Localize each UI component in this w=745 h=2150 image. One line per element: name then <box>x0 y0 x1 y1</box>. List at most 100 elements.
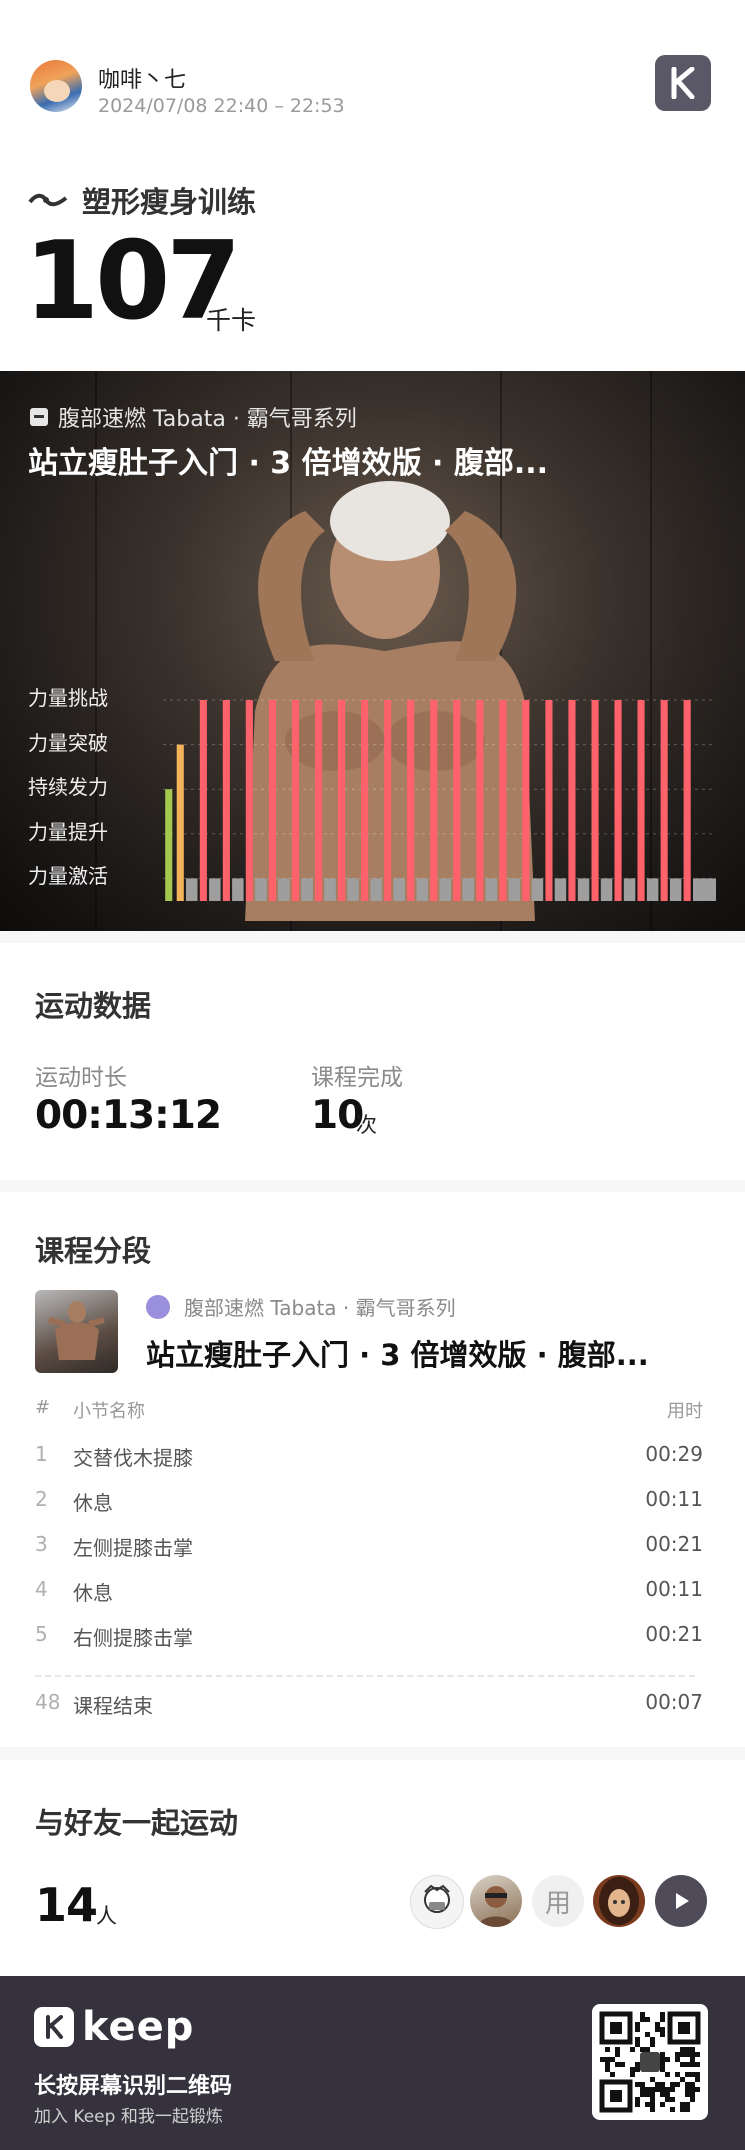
friend-avatar-text[interactable]: 用 <box>532 1875 584 1927</box>
intensity-bar <box>338 700 346 901</box>
intensity-bar <box>393 878 405 901</box>
intensity-bar <box>462 878 474 901</box>
keep-wordmark: keep <box>82 2004 195 2050</box>
keep-logo: keep <box>34 2004 194 2050</box>
intensity-bar <box>407 700 415 901</box>
duration-label: 运动时长 <box>35 1065 127 1091</box>
row-duration: 00:21 <box>645 1622 703 1646</box>
intensity-bar <box>361 700 369 901</box>
row-name: 右侧提膝击掌 <box>73 1626 193 1650</box>
workout-type: 塑形瘦身训练 <box>28 180 256 220</box>
segment-series-label: 腹部速燃 Tabata · 霸气哥系列 <box>184 1296 456 1320</box>
row-num: 5 <box>35 1622 48 1646</box>
intensity-bar <box>704 878 716 901</box>
row-num: 48 <box>35 1690 61 1714</box>
workout-stats: 运动数据 运动时长 00:13:12 课程完成 10 次 <box>0 943 745 1180</box>
intensity-bar <box>255 878 267 901</box>
training-icon <box>28 193 68 207</box>
friend-avatar[interactable] <box>593 1875 645 1927</box>
course-thumbnail[interactable] <box>35 1290 118 1373</box>
row-num: 1 <box>35 1442 48 1466</box>
course-hero[interactable]: 腹部速燃 Tabata · 霸气哥系列 站立瘦肚子入门 · 3 倍增效版 · 腹… <box>0 371 745 931</box>
intensity-bar <box>508 878 521 901</box>
intensity-bar <box>347 878 359 901</box>
table-row: 1 交替伐木提膝 00:29 <box>35 1442 703 1487</box>
intensity-bar <box>577 878 590 901</box>
table-row: 3 左侧提膝击掌 00:21 <box>35 1532 703 1577</box>
row-num: 4 <box>35 1577 48 1601</box>
intensity-bar <box>683 700 691 901</box>
friend-count: 14 <box>35 1878 98 1932</box>
row-duration: 00:11 <box>645 1487 703 1511</box>
row-duration: 00:07 <box>645 1690 703 1714</box>
row-name: 左侧提膝击掌 <box>73 1536 193 1560</box>
row-name: 休息 <box>73 1491 113 1515</box>
intensity-bar <box>646 878 659 901</box>
friend-avatar-initial: 用 <box>544 1888 571 1919</box>
intensity-bar <box>522 700 530 901</box>
more-friends-button[interactable] <box>655 1875 707 1927</box>
footer: keep 长按屏幕识别二维码 加入 Keep 和我一起锻炼 <box>0 1976 745 2150</box>
stats-title: 运动数据 <box>35 989 152 1023</box>
intensity-bar <box>186 878 198 901</box>
intensity-bar <box>669 878 682 901</box>
table-row-last: 48 课程结束 00:07 <box>35 1690 703 1735</box>
segment-course-title[interactable]: 站立瘦肚子入门 · 3 倍增效版 · 腹部... <box>146 1332 649 1374</box>
row-duration: 00:21 <box>645 1532 703 1556</box>
intensity-bar <box>485 878 498 901</box>
intensity-bar <box>637 700 645 901</box>
qr-code[interactable] <box>592 2004 708 2120</box>
friend-count-unit: 人 <box>96 1904 117 1928</box>
divider <box>35 1675 695 1678</box>
workout-time-range: 2024/07/08 22:40 – 22:53 <box>98 95 345 117</box>
intensity-bar <box>291 700 299 901</box>
intensity-bar <box>614 700 622 901</box>
intensity-bar <box>176 744 184 901</box>
intensity-bar <box>209 878 221 901</box>
table-row: 2 休息 00:11 <box>35 1487 703 1532</box>
series-icon <box>146 1294 170 1319</box>
intensity-bar <box>301 878 313 901</box>
intensity-bar <box>232 878 244 901</box>
table-row: 4 休息 00:11 <box>35 1577 703 1622</box>
intensity-bar <box>439 878 451 901</box>
intensity-bar <box>199 700 207 901</box>
keep-k-icon <box>34 2007 74 2047</box>
segment-series: 腹部速燃 Tabata · 霸气哥系列 <box>146 1292 456 1321</box>
qr-hint: 长按屏幕识别二维码 <box>34 2074 233 2099</box>
intensity-bar <box>384 700 392 901</box>
intensity-bar <box>693 878 705 901</box>
intensity-bar <box>499 700 507 901</box>
play-icon <box>676 1893 689 1909</box>
col-num: # <box>35 1397 51 1418</box>
user-avatar[interactable] <box>30 60 82 112</box>
row-duration: 00:29 <box>645 1442 703 1466</box>
friends-section: 与好友一起运动 14 人 用 <box>0 1760 745 1975</box>
friend-avatar[interactable] <box>410 1875 464 1929</box>
intensity-bar <box>453 700 461 901</box>
intensity-chart-svg <box>163 699 716 901</box>
row-duration: 00:11 <box>645 1577 703 1601</box>
col-name: 小节名称 <box>73 1401 145 1422</box>
segment-table: # 小节名称 用时 1 交替伐木提膝 00:29 2 休息 00:11 3 左侧… <box>35 1397 703 1735</box>
username: 咖啡丶七 <box>98 68 187 93</box>
completion-label: 课程完成 <box>311 1065 403 1091</box>
intensity-chart <box>0 371 745 931</box>
intensity-bar <box>370 878 382 901</box>
intensity-bar <box>268 700 276 901</box>
row-name: 交替伐木提膝 <box>73 1446 193 1470</box>
row-num: 2 <box>35 1487 48 1511</box>
intensity-bar <box>476 700 484 901</box>
segments-title: 课程分段 <box>35 1234 152 1268</box>
friend-avatar[interactable] <box>470 1875 522 1927</box>
intensity-bar <box>278 878 290 901</box>
completion-unit: 次 <box>356 1113 377 1137</box>
intensity-bar <box>660 700 668 901</box>
workout-type-label: 塑形瘦身训练 <box>82 185 257 219</box>
col-duration: 用时 <box>667 1401 703 1422</box>
workout-share-page: 咖啡丶七 2024/07/08 22:40 – 22:53 塑形瘦身训练 107… <box>0 0 745 2150</box>
table-row: 5 右侧提膝击掌 00:21 <box>35 1622 703 1667</box>
keep-logo-icon[interactable] <box>655 55 711 111</box>
intensity-bar <box>430 700 438 901</box>
qr-subhint: 加入 Keep 和我一起锻炼 <box>34 2107 223 2127</box>
